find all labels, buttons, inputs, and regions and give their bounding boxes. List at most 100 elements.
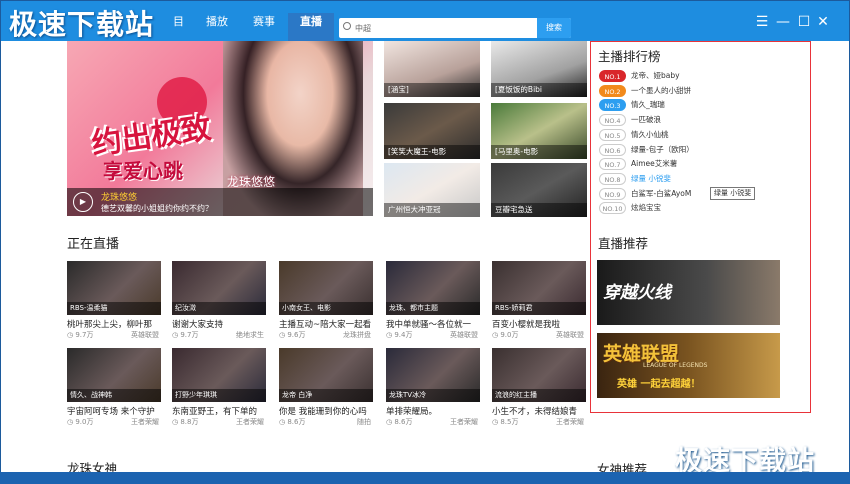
game-category: 英雄联盟 — [131, 331, 159, 339]
featured-thumb[interactable]: 豆瓣宅急送 — [491, 163, 587, 217]
rank-badge: NO.2 — [599, 84, 626, 97]
ranking-item[interactable]: NO.2 一个墨人的小甜饼 — [599, 84, 799, 98]
nav-tab-events[interactable]: 赛事 — [253, 13, 275, 29]
live-card[interactable]: 情久、战神韩 宇宙阿呵专场 来个守护 ◷ 9.0万 王者荣耀 — [67, 348, 161, 427]
featured-thumb[interactable]: [马里奥-电影 — [491, 103, 587, 159]
search-button[interactable]: 搜索 — [537, 18, 571, 38]
viewer-count-value: 8.6万 — [287, 418, 306, 426]
ranking-item[interactable]: NO.6 绿量-包子（欧阳） — [599, 143, 799, 157]
ranking-item[interactable]: NO.10 炫焰宝宝 — [599, 202, 799, 215]
ranking-tooltip: 绿量 小锐斐 — [710, 187, 756, 200]
live-card-title[interactable]: 桃叶那尖上尖，柳叶那 — [67, 318, 161, 329]
game-category: 绝地求生 — [236, 331, 264, 339]
rank-anchor-name[interactable]: 一匹破浪 — [631, 114, 661, 126]
menu-icon[interactable]: ☰ — [754, 14, 770, 30]
live-card-thumb[interactable]: 纪汝溦 — [172, 261, 266, 315]
banner-caption-title: 龙珠悠悠 — [101, 193, 138, 203]
live-card-tag: RBS-温柔猫 — [67, 302, 161, 315]
rank-anchor-name[interactable]: 情久_瑞瑞 — [631, 99, 665, 111]
recommend-cf[interactable]: 穿越火线 — [597, 260, 780, 325]
live-card[interactable]: RBS-温柔猫 桃叶那尖上尖，柳叶那 ◷ 9.7万 英雄联盟 — [67, 261, 161, 340]
featured-thumb[interactable]: [笑笑大魔王-电影 — [384, 103, 480, 159]
title-bar: 极速下载站 目 播放 赛事 直播 搜索 ☰ — ☐ ✕ — [1, 1, 849, 41]
rank-anchor-name[interactable]: 情久小仙桃 — [631, 129, 669, 141]
live-card-tag: RBS-娇莉君 — [492, 302, 586, 315]
minimize-icon[interactable]: — — [775, 14, 791, 30]
live-card[interactable]: 龙帝 白净 你是 我能珊到你的心吗 ◷ 8.6万 随拍 — [279, 348, 373, 427]
ranking-item[interactable]: NO.4 一匹破浪 — [599, 114, 799, 127]
live-card-title[interactable]: 宇宙阿呵专场 来个守护 — [67, 405, 161, 416]
maximize-icon[interactable]: ☐ — [796, 14, 812, 30]
thumb-label: [夏饭饭的Bibi — [491, 83, 587, 97]
live-card-thumb[interactable]: 情久、战神韩 — [67, 348, 161, 402]
live-card[interactable]: 龙珠、都市主题我中单就骚～各位就一 ◷ 9.4万 英雄联盟 — [386, 261, 480, 340]
nav-partial-item[interactable]: 目 — [173, 13, 184, 29]
rank-anchor-name[interactable]: 一个墨人的小甜饼 — [631, 85, 691, 97]
banner-caption-desc: 德艺双馨的小姐姐约你约不约？ — [101, 204, 213, 213]
live-card-title[interactable]: 东南亚野王，有下单的 — [172, 405, 266, 416]
live-card[interactable]: 小南女王、电影主播互动~陪大家一起看 ◷ 9.6万 龙珠拼盘 — [279, 261, 373, 340]
live-card-meta: ◷ 9.4万 英雄联盟 — [386, 330, 480, 340]
recommend-lol-en: LEAGUE OF LEGENDS — [643, 362, 708, 369]
banner-caption[interactable]: ▶ 龙珠悠悠 德艺双馨的小姐姐约你约不约？ — [67, 188, 373, 216]
viewer-count: ◷ 9.4万 — [386, 331, 413, 339]
search-input[interactable] — [355, 20, 535, 36]
rank-anchor-name[interactable]: 白鲨军-白鲨AyoM — [631, 188, 691, 200]
live-card-thumb[interactable]: RBS-娇莉君 — [492, 261, 586, 315]
nav-tab-live[interactable]: 直播 — [300, 13, 322, 29]
live-card-meta: ◷ 9.6万 龙珠拼盘 — [279, 330, 373, 340]
live-card-title[interactable]: 小生不才，未得结娘青 — [492, 405, 586, 416]
live-card-thumb[interactable]: 打野少年琪琪 — [172, 348, 266, 402]
game-category: 王者荣耀 — [236, 418, 264, 426]
close-icon[interactable]: ✕ — [815, 14, 831, 30]
ranking-item[interactable]: NO.1 龙帝、娅baby — [599, 70, 799, 83]
live-card[interactable]: 打野少年琪琪东南亚野王，有下单的 ◷ 8.8万 王者荣耀 — [172, 348, 266, 427]
live-card-thumb[interactable]: 龙珠、都市主题 — [386, 261, 480, 315]
live-card-thumb[interactable]: 流浪的红主播 — [492, 348, 586, 402]
game-category: 王者荣耀 — [131, 418, 159, 426]
live-card-title[interactable]: 百变小樱就是我啦 — [492, 318, 586, 329]
nav-tab-play[interactable]: 播放 — [206, 13, 228, 29]
rank-badge: NO.10 — [599, 202, 626, 215]
ranking-title: 主播排行榜 — [598, 49, 661, 64]
live-card-title[interactable]: 谢谢大家支持 — [172, 318, 266, 329]
live-card-thumb[interactable]: RBS-温柔猫 — [67, 261, 161, 315]
live-card-title[interactable]: 主播互动~陪大家一起看 — [279, 318, 373, 329]
live-card[interactable]: 流浪的红主播小生不才，未得结娘青 ◷ 8.5万 王者荣耀 — [492, 348, 586, 427]
rank-anchor-name[interactable]: 绿量-包子（欧阳） — [631, 144, 694, 156]
ranking-item[interactable]: NO.8 绿量 小锐斐 — [599, 172, 799, 186]
play-icon[interactable]: ▶ — [73, 192, 93, 212]
game-category: 随拍 — [357, 418, 371, 426]
featured-thumb[interactable]: [涵宝] — [384, 41, 480, 97]
live-card-meta: ◷ 8.6万 王者荣耀 — [386, 417, 480, 427]
game-category: 王者荣耀 — [556, 418, 584, 426]
recommend-lol[interactable]: 英雄联盟 LEAGUE OF LEGENDS 英雄 一起去超越！ — [597, 333, 780, 398]
live-card-title[interactable]: 单排荣耀局。 — [386, 405, 480, 416]
recommend-lol-sub: 英雄 一起去超越！ — [617, 379, 701, 390]
rank-anchor-name[interactable]: 龙帝、娅baby — [631, 70, 680, 82]
live-card-thumb[interactable]: 龙珠TV冰冷 — [386, 348, 480, 402]
ranking-item[interactable]: NO.5 情久小仙桃 — [599, 128, 799, 142]
live-card-title[interactable]: 你是 我能珊到你的心吗 — [279, 405, 373, 416]
thumb-label: [马里奥-电影 — [491, 145, 587, 159]
rank-anchor-name[interactable]: 炫焰宝宝 — [631, 202, 661, 214]
ranking-item[interactable]: NO.7 Aimee艾米薯 — [599, 158, 799, 171]
live-card-tag: 龙帝 白净 — [279, 389, 373, 402]
ranking-item[interactable]: NO.9 白鲨军-白鲨AyoM — [599, 187, 799, 201]
live-card[interactable]: 纪汝溦 谢谢大家支持 ◷ 9.7万 绝地求生 — [172, 261, 266, 340]
live-card-thumb[interactable]: 龙帝 白净 — [279, 348, 373, 402]
rank-anchor-name[interactable]: Aimee艾米薯 — [631, 158, 677, 170]
live-card[interactable]: 龙珠TV冰冷单排荣耀局。 ◷ 8.6万 王者荣耀 — [386, 348, 480, 427]
app-window: 极速下载站 目 播放 赛事 直播 搜索 ☰ — ☐ ✕ 约出极致 享爱心跳 龙珠… — [0, 0, 850, 484]
featured-thumb[interactable]: [夏饭饭的Bibi — [491, 41, 587, 97]
live-card-meta: ◷ 8.8万 王者荣耀 — [172, 417, 266, 427]
live-card[interactable]: RBS-娇莉君 百变小樱就是我啦 ◷ 9.0万 英雄联盟 — [492, 261, 586, 340]
rank-badge: NO.1 — [599, 70, 626, 82]
ranking-item[interactable]: NO.3 情久_瑞瑞 — [599, 99, 799, 112]
rank-anchor-name[interactable]: 绿量 小锐斐 — [631, 173, 671, 185]
live-card-title[interactable]: 我中单就骚～各位就一 — [386, 318, 480, 329]
featured-thumb[interactable]: 广州恒大冲亚冠 — [384, 163, 480, 217]
recommend-cf-label: 穿越火线 — [603, 283, 671, 303]
viewer-count: ◷ 8.5万 — [492, 418, 519, 426]
live-card-thumb[interactable]: 小南女王、电影 — [279, 261, 373, 315]
